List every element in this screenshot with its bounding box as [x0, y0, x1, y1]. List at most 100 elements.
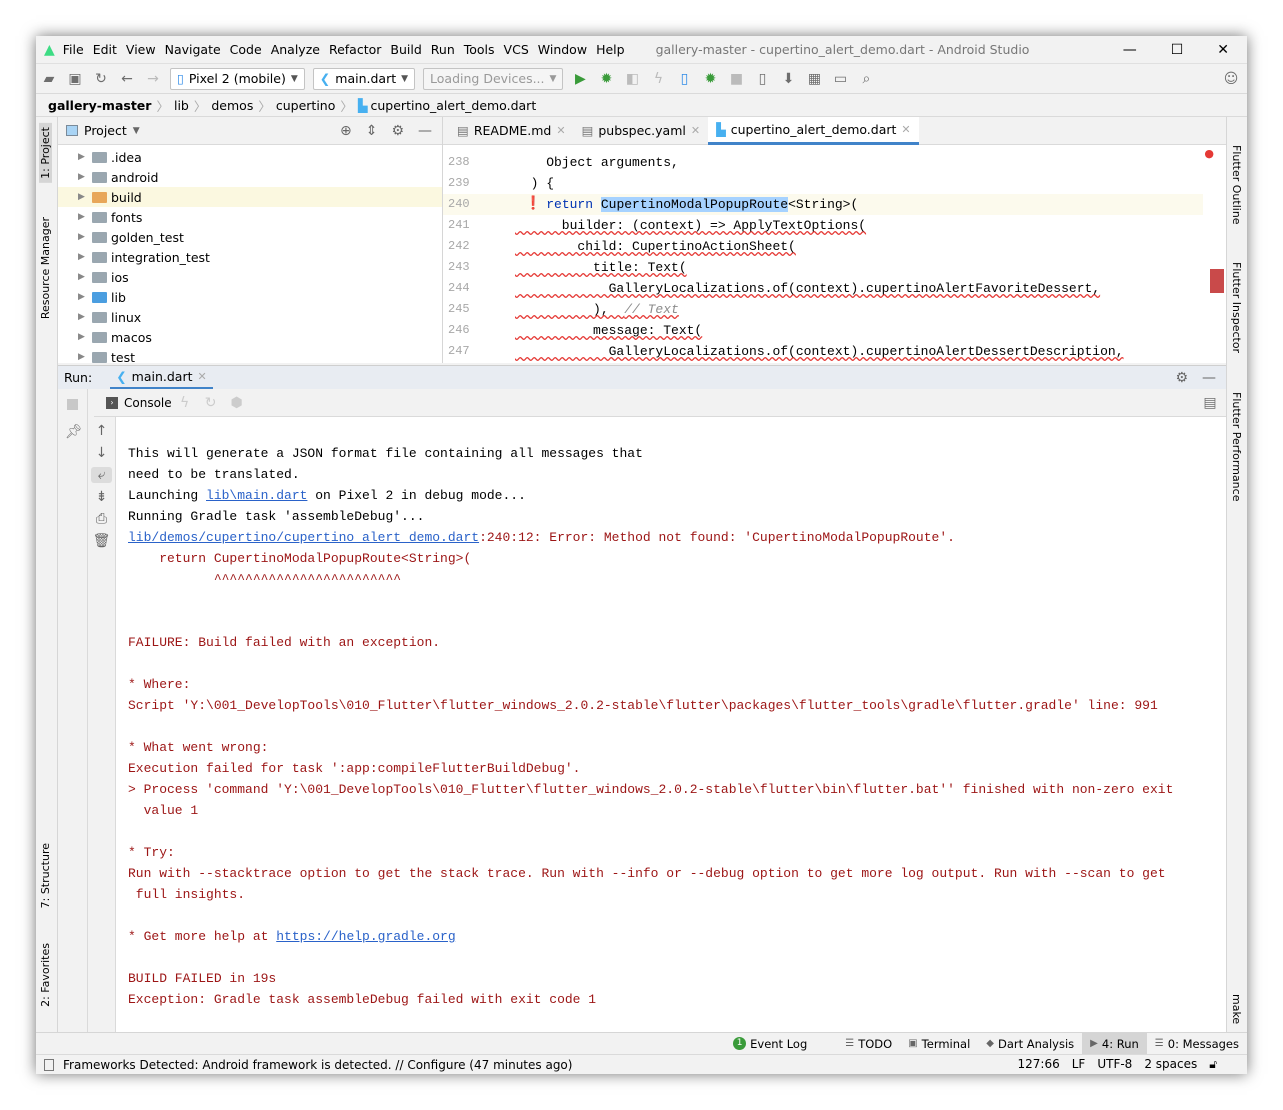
line-separator[interactable]: LF	[1072, 1057, 1086, 1072]
tool-window-flutter-inspector[interactable]: Flutter Inspector	[1230, 262, 1243, 353]
attach-icon[interactable]: ▯	[676, 71, 692, 87]
menu-item-analyze[interactable]: Analyze	[271, 42, 320, 57]
close-button[interactable]: ✕	[1217, 42, 1229, 58]
collapse-all-icon[interactable]: ⇕	[366, 123, 378, 139]
breadcrumb-item[interactable]: gallery-master	[48, 98, 151, 113]
editor-tab[interactable]: ▤ README.md ✕	[449, 117, 574, 145]
debug-icon[interactable]: ✹	[598, 71, 614, 87]
hot-reload-icon[interactable]: ϟ	[177, 395, 193, 411]
attach-debugger-icon[interactable]: ✹	[702, 71, 718, 87]
run-icon[interactable]: ▶	[572, 71, 588, 87]
code-area[interactable]: 238 Object arguments, 239 ) {❗ 240 return …	[443, 145, 1203, 363]
console-link[interactable]: lib/demos/cupertino/cupertino_alert_demo…	[128, 530, 479, 545]
console-link[interactable]: https://help.gradle.org	[276, 929, 455, 944]
tree-item-ios[interactable]: ▶ ios	[58, 267, 442, 287]
tree-item-golden_test[interactable]: ▶ golden_test	[58, 227, 442, 247]
search-icon[interactable]: ⌕	[858, 71, 874, 87]
status-message[interactable]: Frameworks Detected: Android framework i…	[63, 1058, 572, 1072]
tree-item-test[interactable]: ▶ test	[58, 347, 442, 367]
locate-icon[interactable]: ⊕	[340, 123, 352, 139]
caret-position[interactable]: 127:66	[1018, 1057, 1060, 1072]
menu-item-edit[interactable]: Edit	[93, 42, 117, 57]
project-view-selector[interactable]: Project	[84, 123, 127, 138]
account-icon[interactable]: ☺	[1223, 71, 1239, 87]
gear-icon[interactable]: ⚙	[1175, 370, 1188, 386]
profile-icon[interactable]: ◧	[624, 71, 640, 87]
tool-window-flutter-performance[interactable]: Flutter Performance	[1230, 392, 1243, 501]
expand-arrow-icon[interactable]: ▶	[78, 172, 92, 182]
menu-item-window[interactable]: Window	[538, 42, 587, 57]
tool-window-project[interactable]: 1: Project	[39, 123, 52, 183]
open-folder-icon[interactable]: ▰	[41, 71, 57, 87]
bottom-tab-4-run[interactable]: ▶ 4: Run	[1082, 1032, 1147, 1055]
devices-loading-selector[interactable]: Loading Devices... ▼	[423, 67, 564, 90]
avd-manager-icon[interactable]: ▯	[754, 71, 770, 87]
tool-window-structure[interactable]: 7: Structure	[39, 843, 52, 908]
menu-item-view[interactable]: View	[126, 42, 156, 57]
tree-item-macos[interactable]: ▶ macos	[58, 327, 442, 347]
project-structure-icon[interactable]: ▦	[806, 71, 822, 87]
menu-item-refactor[interactable]: Refactor	[329, 42, 381, 57]
expand-arrow-icon[interactable]: ▶	[78, 252, 92, 262]
expand-arrow-icon[interactable]: ▶	[78, 352, 92, 362]
tree-item-build[interactable]: ▶ build	[58, 187, 442, 207]
device-selector[interactable]: ▯ Pixel 2 (mobile) ▼	[170, 67, 305, 90]
scroll-to-end-icon[interactable]: ⇟	[88, 489, 115, 505]
hot-reload-icon[interactable]: ϟ	[650, 71, 666, 87]
console-tab[interactable]: Console	[124, 396, 172, 410]
menu-item-help[interactable]: Help	[596, 42, 625, 57]
scroll-up-icon[interactable]: ↑	[88, 423, 115, 439]
terminal-icon[interactable]: ▭	[832, 71, 848, 87]
scroll-down-icon[interactable]: ↓	[88, 445, 115, 461]
menu-item-build[interactable]: Build	[390, 42, 421, 57]
expand-arrow-icon[interactable]: ▶	[78, 332, 92, 342]
tree-item-fonts[interactable]: ▶ fonts	[58, 207, 442, 227]
menu-item-run[interactable]: Run	[431, 42, 455, 57]
close-tab-icon[interactable]: ✕	[901, 123, 910, 136]
close-tab-icon[interactable]: ✕	[198, 370, 207, 383]
dart-devtools-icon[interactable]: ⬢	[229, 395, 245, 411]
tree-item-linux[interactable]: ▶ linux	[58, 307, 442, 327]
layout-icon[interactable]: ▤	[1202, 395, 1218, 411]
expand-arrow-icon[interactable]: ▶	[78, 152, 92, 162]
print-icon[interactable]: ⎙	[88, 511, 115, 527]
clear-all-icon[interactable]: 🗑︎	[88, 533, 115, 549]
breadcrumb-item[interactable]: cupertino_alert_demo.dart	[371, 98, 537, 113]
hide-icon[interactable]: —	[418, 123, 432, 139]
menu-item-vcs[interactable]: VCS	[504, 42, 529, 57]
forward-icon[interactable]: →	[145, 71, 161, 87]
stop-icon[interactable]	[67, 399, 78, 410]
close-tab-icon[interactable]: ✕	[556, 124, 565, 137]
tree-item-lib[interactable]: ▶ lib	[58, 287, 442, 307]
pin-icon[interactable]: 📌︎	[65, 424, 87, 440]
event-log-button[interactable]: 1 Event Log	[733, 1037, 807, 1051]
tool-window-flutter-outline[interactable]: Flutter Outline	[1230, 145, 1243, 225]
bottom-tab-todo[interactable]: ☰ TODO	[837, 1033, 900, 1055]
expand-arrow-icon[interactable]: ▶	[78, 312, 92, 322]
lock-icon[interactable]: 🔓︎	[1209, 1057, 1217, 1072]
menu-item-file[interactable]: File	[63, 42, 84, 57]
tool-window-resource-manager[interactable]: Resource Manager	[39, 217, 52, 319]
tool-window-favorites[interactable]: 2: Favorites	[39, 943, 52, 1007]
bottom-tab-terminal[interactable]: ▣ Terminal	[900, 1033, 978, 1055]
hot-restart-icon[interactable]: ↻	[203, 395, 219, 411]
back-icon[interactable]: ←	[119, 71, 135, 87]
menu-item-code[interactable]: Code	[230, 42, 262, 57]
tree-item-idea[interactable]: ▶ .idea	[58, 147, 442, 167]
menu-item-tools[interactable]: Tools	[464, 42, 495, 57]
editor-tab[interactable]: ▙ cupertino_alert_demo.dart ✕	[708, 116, 919, 145]
file-encoding[interactable]: UTF-8	[1097, 1057, 1132, 1072]
minimize-button[interactable]: —	[1123, 42, 1137, 58]
maximize-button[interactable]: ☐	[1171, 42, 1184, 58]
stop-icon[interactable]: ■	[728, 71, 744, 87]
bottom-tab-0-messages[interactable]: ☰ 0: Messages	[1147, 1033, 1247, 1055]
expand-arrow-icon[interactable]: ▶	[78, 192, 92, 202]
run-config-selector[interactable]: ❮ main.dart ▼	[312, 67, 416, 90]
tree-item-android[interactable]: ▶ android	[58, 167, 442, 187]
console-link[interactable]: lib\main.dart	[206, 488, 307, 503]
bottom-tab-dart-analysis[interactable]: ◆ Dart Analysis	[978, 1033, 1082, 1055]
breadcrumb-item[interactable]: demos	[211, 98, 253, 113]
soft-wrap-icon[interactable]: ⤶	[91, 467, 112, 483]
sdk-manager-icon[interactable]: ⬇	[780, 71, 796, 87]
expand-arrow-icon[interactable]: ▶	[78, 272, 92, 282]
